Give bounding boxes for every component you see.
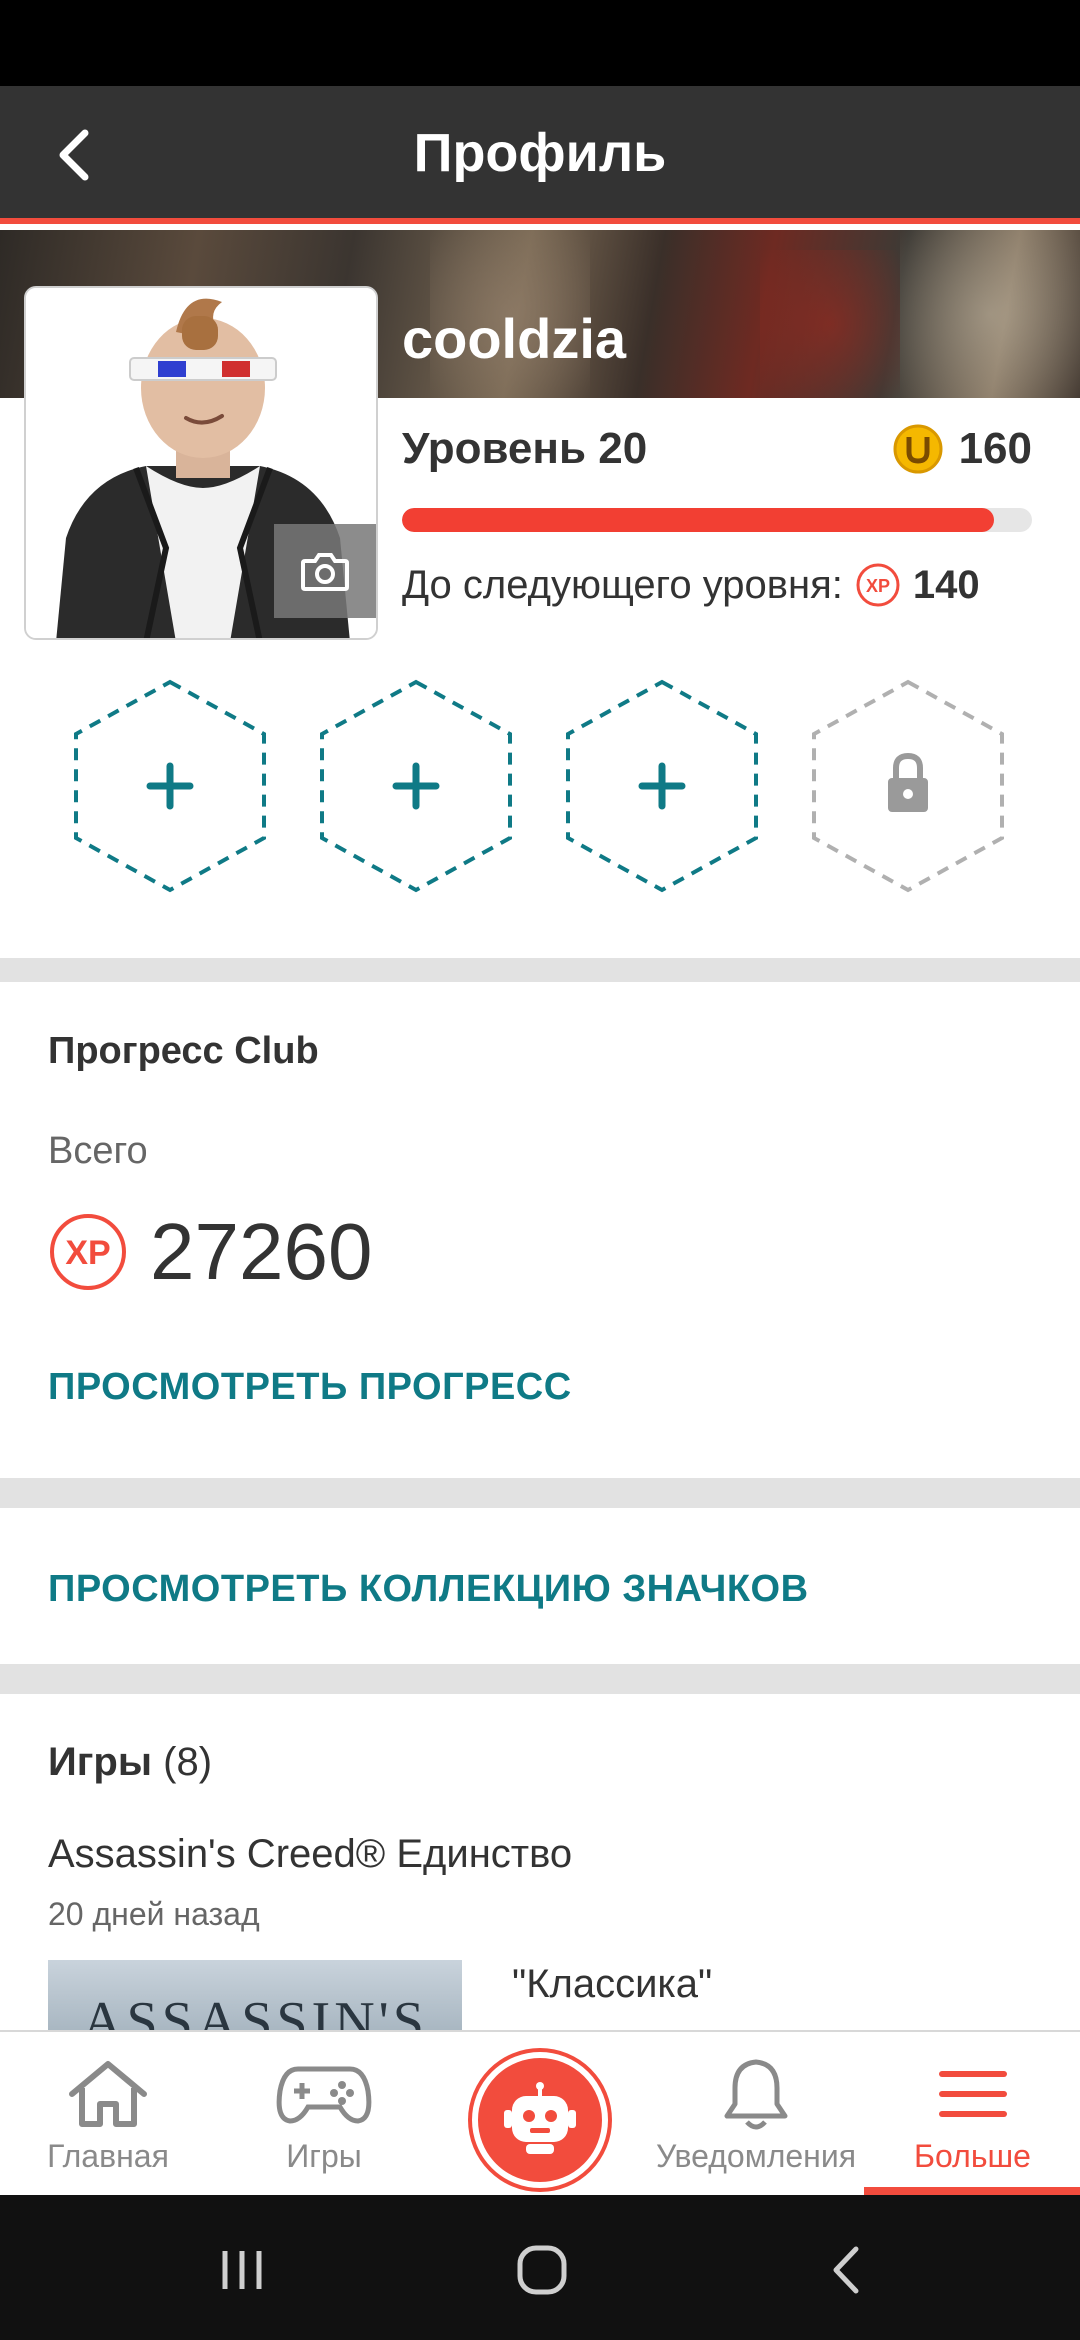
system-navigation-bar <box>0 2195 1080 2340</box>
view-progress-link[interactable]: ПРОСМОТРЕТЬ ПРОГРЕСС <box>48 1366 572 1409</box>
next-level-xp: 140 <box>912 562 980 607</box>
xp-icon-text: XP <box>866 576 890 596</box>
view-badge-collection-link[interactable]: ПРОСМОТРЕТЬ КОЛЛЕКЦИЮ ЗНАЧКОВ <box>48 1568 809 1611</box>
coin-value: 160 <box>958 424 1032 473</box>
section-divider <box>0 1664 1080 1694</box>
back-system-button[interactable] <box>806 2235 886 2305</box>
app-bar: Профиль <box>0 86 1080 224</box>
badge-slot-locked <box>808 676 1008 896</box>
achievement-name: "Классика" <box>512 1962 713 2006</box>
game-last-played: 20 дней назад <box>48 1896 260 1932</box>
games-title: Игры (8) <box>48 1740 212 1785</box>
next-level-label: До следующего уровня: <box>402 562 843 607</box>
nav-home[interactable]: Главная <box>18 2032 198 2197</box>
status-bar <box>0 0 1080 86</box>
xp-icon-text: XP <box>65 1234 110 1272</box>
nav-games-label: Игры <box>286 2138 362 2174</box>
nav-assistant-button[interactable] <box>472 2052 608 2188</box>
total-xp: XP 27260 <box>48 1206 372 1298</box>
camera-icon <box>301 553 349 591</box>
coin-icon <box>893 424 943 474</box>
level-progress-bar <box>402 508 1032 532</box>
plus-icon <box>392 762 440 810</box>
badge-slots <box>70 676 1010 896</box>
bell-icon <box>724 2059 788 2130</box>
total-xp-value: 27260 <box>150 1207 373 1296</box>
nav-more-label: Больше <box>914 2138 1031 2174</box>
level-progress-fill <box>402 508 995 532</box>
nav-more[interactable]: Больше <box>880 2032 1065 2197</box>
games-count: (8) <box>163 1740 213 1784</box>
game-thumbnail[interactable]: ASSASSIN'S <box>48 1960 462 2030</box>
lock-icon <box>888 752 928 812</box>
nav-games[interactable]: Игры <box>234 2032 414 2197</box>
badge-slot-add[interactable] <box>316 676 516 896</box>
nav-notifications[interactable]: Уведомления <box>646 2032 866 2197</box>
game-thumbnail-text: ASSASSIN'S <box>82 1991 428 2030</box>
next-level-info: До следующего уровня: XP 140 <box>402 562 980 608</box>
level-label: Уровень 20 <box>402 424 648 473</box>
badge-slot-add[interactable] <box>562 676 762 896</box>
games-title-label: Игры <box>48 1740 153 1784</box>
nav-home-label: Главная <box>47 2138 169 2174</box>
recent-apps-button[interactable] <box>202 2235 282 2305</box>
coin-balance: 160 <box>893 424 1032 474</box>
nav-notifications-label: Уведомления <box>655 2138 857 2174</box>
change-photo-button[interactable] <box>274 524 376 618</box>
bottom-navigation: Главная Игры Уведомления Больше <box>0 2030 1080 2197</box>
home-system-button[interactable] <box>502 2235 582 2305</box>
section-divider <box>0 958 1080 982</box>
home-circle-icon <box>517 2245 567 2295</box>
home-icon <box>69 2061 147 2127</box>
xp-icon: XP <box>50 1214 126 1290</box>
game-name[interactable]: Assassin's Creed® Единство <box>48 1832 572 1877</box>
section-divider <box>0 1478 1080 1508</box>
menu-icon <box>938 2071 1007 2117</box>
avatar[interactable] <box>24 286 378 640</box>
badge-slot-add[interactable] <box>70 676 270 896</box>
recent-apps-icon <box>222 2251 262 2289</box>
plus-icon <box>638 762 686 810</box>
robot-icon <box>504 2082 576 2154</box>
back-chevron-icon <box>833 2246 859 2294</box>
username: cooldzia <box>402 307 627 370</box>
total-label: Всего <box>48 1130 148 1172</box>
xp-icon: XP <box>856 563 900 607</box>
plus-icon <box>146 762 194 810</box>
gamepad-icon <box>276 2066 372 2124</box>
page-title: Профиль <box>413 123 667 183</box>
club-progress-title: Прогресс Club <box>48 1030 319 1072</box>
